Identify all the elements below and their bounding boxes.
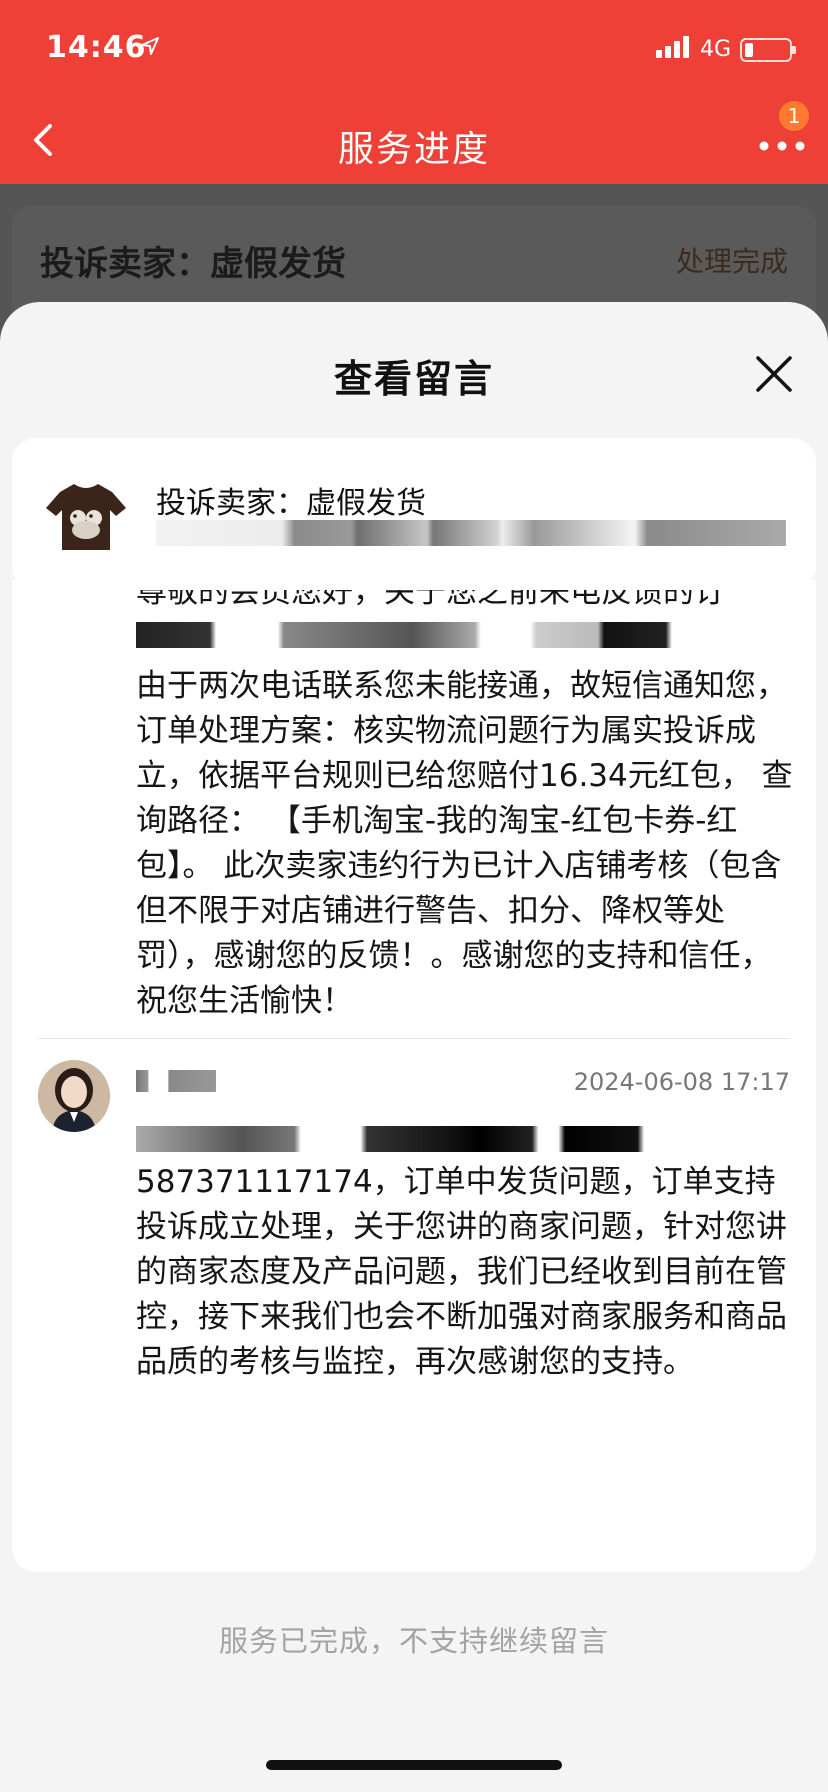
- battery-level: [745, 43, 753, 57]
- message-body: 由于两次电话联系您未能接通，故短信通知您，订单处理方案：核实物流问题行为属实投诉…: [136, 668, 793, 1019]
- redacted-order-info: [156, 520, 786, 546]
- page-title: 服务进度: [337, 129, 490, 170]
- product-thumbnail: [38, 466, 134, 562]
- message-divider: [38, 1038, 790, 1039]
- network-type: 4G: [700, 37, 732, 62]
- status-bar: 14:46 4G: [0, 0, 828, 96]
- redacted-agent-name: [136, 1070, 216, 1092]
- redacted-text: [136, 1126, 796, 1152]
- view-messages-sheet: 查看留言 投诉卖家：虚假发货 尊敬的会员您好，关于您之前来电反馈的订 由于两次电…: [0, 302, 828, 1792]
- product-title: 投诉卖家：虚假发货: [156, 486, 426, 521]
- message-timestamp: 2024-06-08 17:17: [573, 1068, 790, 1096]
- product-card[interactable]: 投诉卖家：虚假发货: [12, 438, 816, 590]
- message-body: 587371117174，订单中发货问题，订单支持投诉成立处理，关于您讲的商家问…: [136, 1164, 787, 1380]
- location-arrow-icon: [141, 37, 159, 55]
- redacted-text: [136, 622, 752, 648]
- navigation-bar: 服务进度 1: [0, 96, 828, 184]
- home-indicator: [266, 1760, 562, 1770]
- status-time: 14:46: [46, 30, 147, 65]
- messages-list: 尊敬的会员您好，关于您之前来电反馈的订 由于两次电话联系您未能接通，故短信通知您…: [12, 580, 816, 1572]
- complaint-title: 投诉卖家：虚假发货: [40, 244, 346, 284]
- sheet-title: 查看留言: [333, 357, 494, 401]
- signal-icon: [656, 36, 689, 58]
- agent-avatar: [38, 1060, 110, 1132]
- notification-badge: 1: [776, 98, 812, 134]
- close-button[interactable]: [752, 352, 796, 396]
- complaint-status: 处理完成: [675, 245, 788, 278]
- battery-icon: [740, 38, 796, 62]
- service-closed-note: 服务已完成，不支持继续留言: [218, 1624, 609, 1658]
